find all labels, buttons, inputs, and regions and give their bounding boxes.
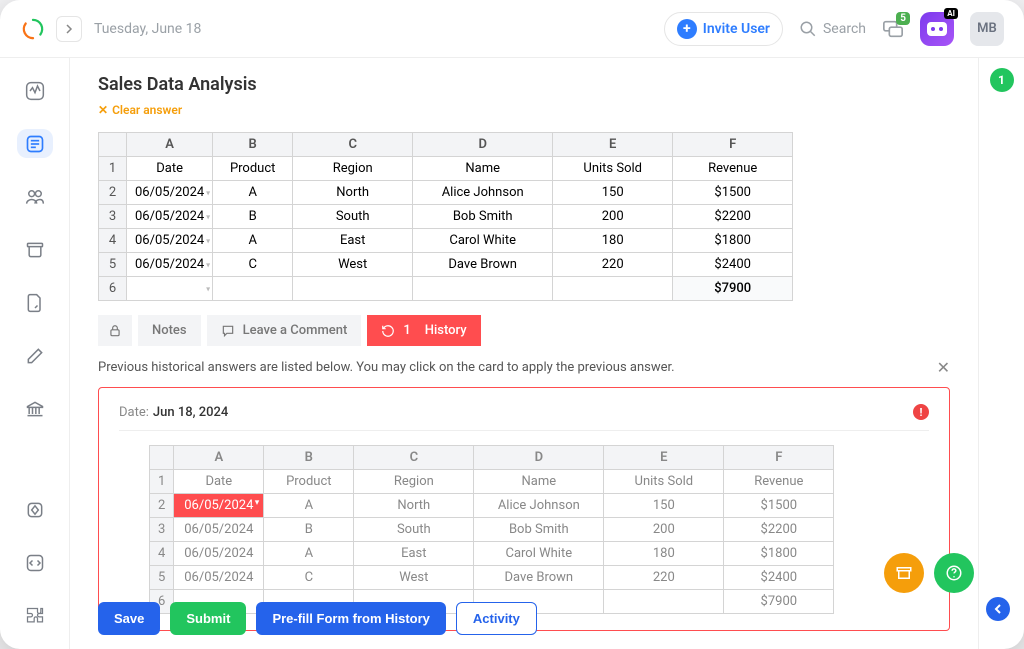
fab-help[interactable]	[934, 553, 974, 593]
sheet-main[interactable]: A B C D E F 1 Date Product Region Name U…	[98, 132, 793, 301]
puzzle-icon	[25, 606, 45, 626]
header-cell[interactable]: Product	[213, 157, 293, 181]
search-label: Search	[823, 21, 866, 37]
diamond-icon	[25, 500, 45, 520]
col-letter: C	[293, 133, 413, 157]
page-title: Sales Data Analysis	[98, 74, 950, 95]
tab-lock[interactable]	[98, 315, 132, 346]
clear-answer-label: Clear answer	[112, 103, 182, 117]
header-cell[interactable]: Units Sold	[553, 157, 673, 181]
plus-icon: +	[677, 19, 697, 39]
footer-bar: Save Submit Pre-fill Form from History A…	[98, 602, 537, 635]
history-date-value: Jun 18, 2024	[153, 405, 228, 420]
rail-badge[interactable]: 1	[990, 68, 1014, 92]
chevron-right-icon	[64, 24, 74, 34]
col-letter: E	[553, 133, 673, 157]
sidebar-item-extensions[interactable]	[17, 602, 53, 631]
sidebar-item-archive[interactable]	[17, 235, 53, 264]
chevron-left-icon	[993, 604, 1003, 614]
box-icon	[895, 564, 913, 582]
sheet-history: A B C D E F 1DateProductRegionNameUnits …	[149, 445, 834, 614]
sidebar	[0, 58, 70, 649]
sidebar-item-code[interactable]	[17, 549, 53, 578]
header-cell[interactable]: Revenue	[673, 157, 793, 181]
lock-icon	[108, 324, 122, 338]
user-avatar[interactable]: MB	[970, 12, 1004, 46]
history-icon	[381, 324, 395, 338]
users-icon	[25, 187, 45, 207]
collapse-rail-button[interactable]	[986, 597, 1010, 621]
ai-badge: AI	[944, 8, 958, 19]
edit-icon	[25, 346, 45, 366]
save-button[interactable]: Save	[98, 602, 160, 635]
tab-comment[interactable]: Leave a Comment	[207, 315, 362, 346]
fab-archive[interactable]	[884, 553, 924, 593]
app-header: Tuesday, June 18 + Invite User Search 5 …	[0, 0, 1024, 58]
col-letter: F	[673, 133, 793, 157]
col-letter: A	[127, 133, 213, 157]
tab-notes[interactable]: Notes	[138, 315, 201, 346]
col-letter: D	[413, 133, 553, 157]
chat-badge: 5	[896, 12, 910, 25]
institution-icon	[25, 399, 45, 419]
app-logo	[20, 16, 46, 42]
col-letter: B	[213, 133, 293, 157]
activity-icon	[25, 81, 45, 101]
header-cell[interactable]: Name	[413, 157, 553, 181]
search-icon	[799, 20, 817, 38]
highlighted-cell[interactable]: 06/05/2024	[174, 494, 264, 518]
activity-button[interactable]: Activity	[456, 602, 537, 635]
document-icon	[25, 293, 45, 313]
sidebar-item-institution[interactable]	[17, 394, 53, 423]
header-cell[interactable]: Date	[127, 157, 213, 181]
main-content: Sales Data Analysis ✕ Clear answer A B C…	[70, 58, 978, 649]
history-card[interactable]: Date: Jun 18, 2024 ! A B C D E F 1Da	[98, 387, 950, 631]
close-history-button[interactable]: ✕	[937, 358, 950, 377]
ai-assistant-button[interactable]: AI	[920, 12, 954, 46]
alert-icon: !	[913, 404, 929, 420]
chat-button[interactable]: 5	[882, 18, 904, 40]
search-button[interactable]: Search	[799, 20, 866, 38]
close-icon: ✕	[98, 103, 108, 117]
archive-icon	[25, 240, 45, 260]
comment-icon	[221, 324, 235, 338]
code-icon	[25, 553, 45, 573]
sidebar-item-plugin[interactable]	[17, 496, 53, 525]
header-cell[interactable]: Region	[293, 157, 413, 181]
right-rail: 1	[978, 58, 1024, 649]
history-date-label: Date:	[119, 405, 149, 420]
header-date: Tuesday, June 18	[94, 21, 201, 37]
tab-history[interactable]: 1History	[367, 315, 480, 346]
invite-user-button[interactable]: + Invite User	[664, 12, 783, 46]
sidebar-item-forms[interactable]	[17, 129, 53, 158]
invite-label: Invite User	[703, 21, 770, 37]
clear-answer-link[interactable]: ✕ Clear answer	[98, 103, 182, 117]
total-revenue: $7900	[673, 277, 793, 301]
submit-button[interactable]: Submit	[170, 602, 246, 635]
sidebar-item-users[interactable]	[17, 182, 53, 211]
form-icon	[25, 134, 45, 154]
sidebar-item-dashboard[interactable]	[17, 76, 53, 105]
bot-icon	[927, 22, 947, 36]
tab-bar: Notes Leave a Comment 1History	[98, 315, 950, 346]
sidebar-item-document[interactable]	[17, 288, 53, 317]
prefill-button[interactable]: Pre-fill Form from History	[256, 602, 445, 635]
help-icon	[945, 564, 963, 582]
history-intro: Previous historical answers are listed b…	[98, 346, 950, 387]
sidebar-item-edit[interactable]	[17, 341, 53, 370]
back-button[interactable]	[56, 16, 82, 42]
